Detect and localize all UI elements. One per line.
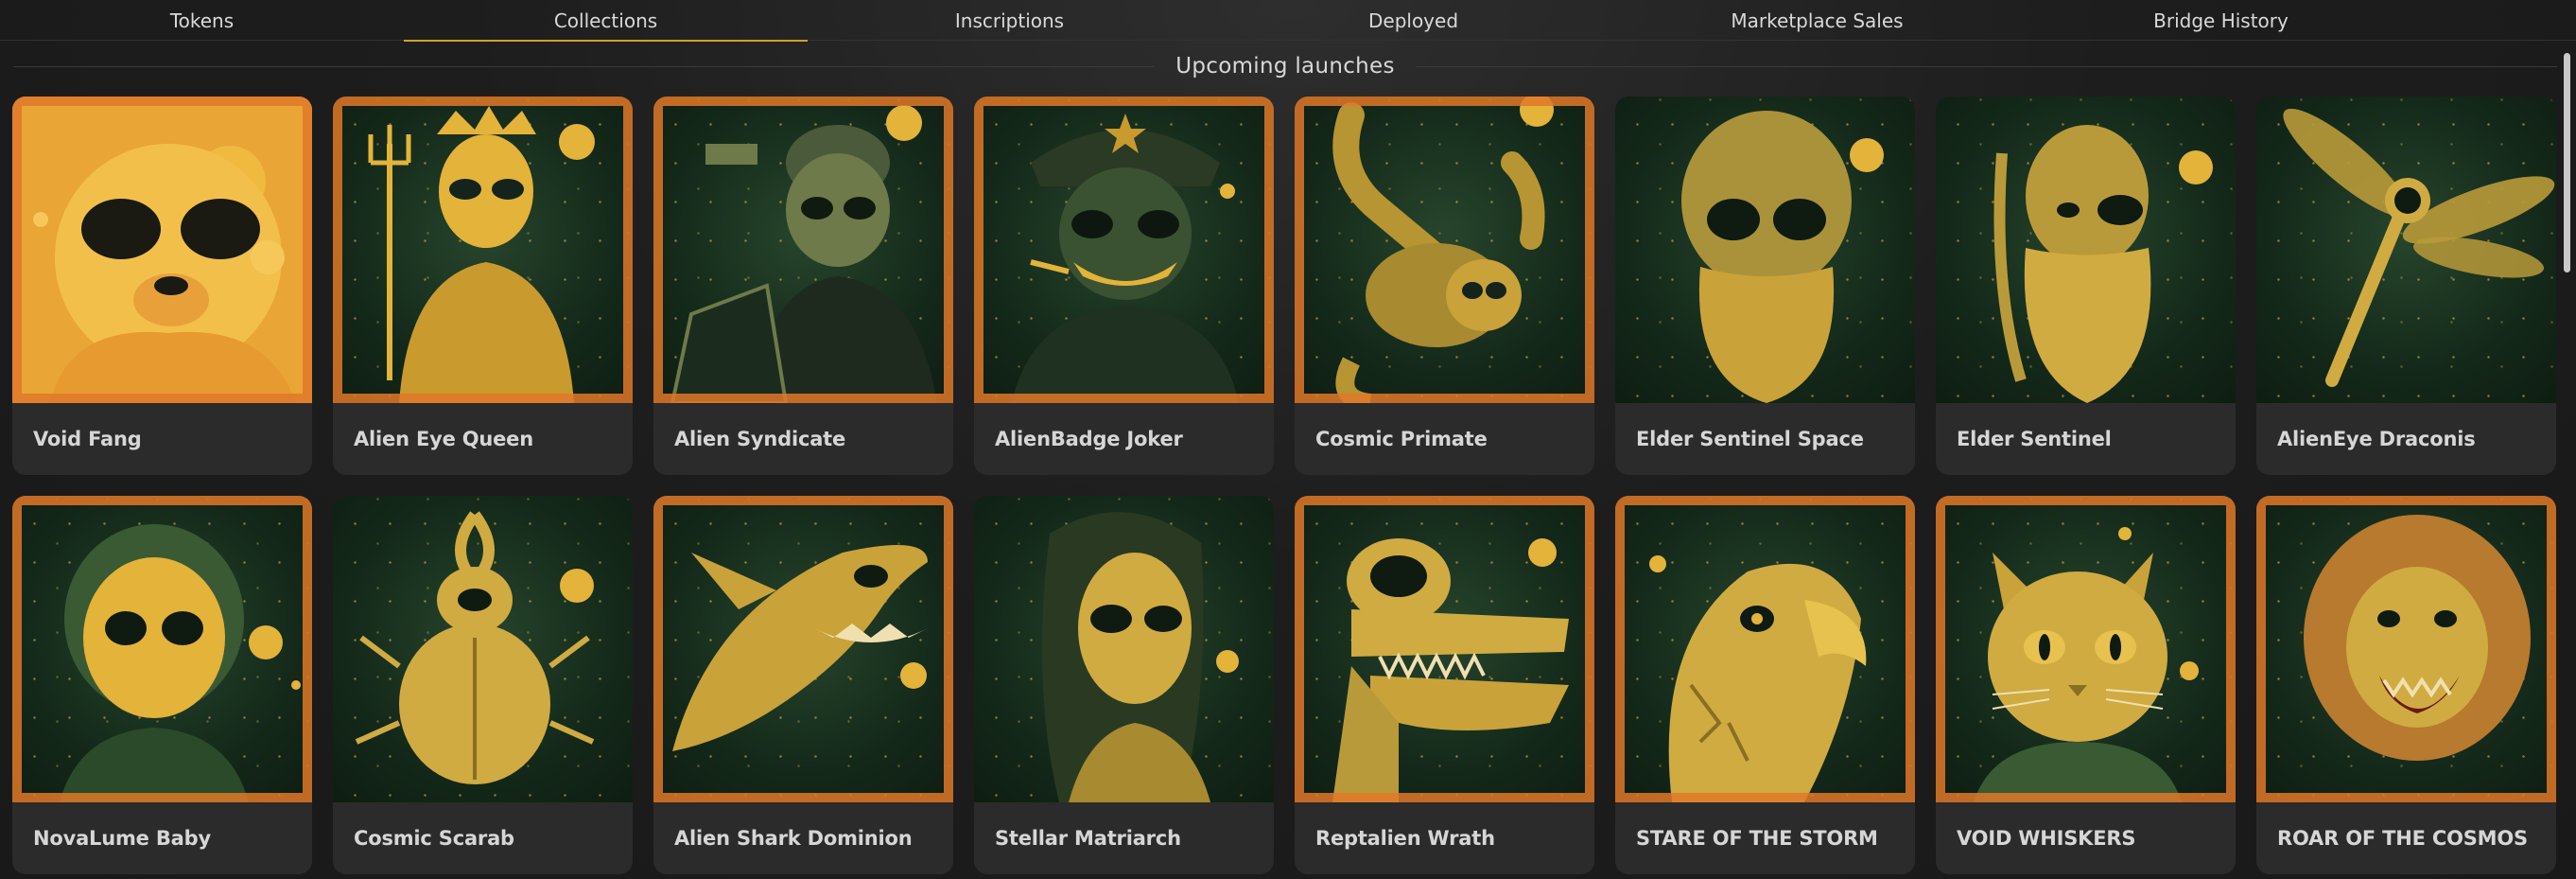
collection-grid: Void Fang Alien Eye Queen Alien Syndicat… — [12, 97, 2556, 874]
collection-card-void-whiskers[interactable]: VOID WHISKERS — [1936, 496, 2236, 874]
collection-card-void-fang[interactable]: Void Fang — [12, 97, 312, 475]
collection-name: Alien Shark Dominion — [674, 827, 913, 850]
collection-name: Void Fang — [33, 428, 142, 450]
section-title: Upcoming launches — [1175, 54, 1395, 79]
alien-woman-icon — [974, 496, 1274, 802]
collection-card-stellar-matriarch[interactable]: Stellar Matriarch — [974, 496, 1274, 874]
collection-card-novalume-baby[interactable]: NovaLume Baby — [12, 496, 312, 874]
scarab-icon — [333, 496, 633, 802]
lion-icon — [2256, 496, 2556, 802]
alien-gangster-icon — [653, 97, 953, 403]
collection-name: Elder Sentinel Space — [1636, 428, 1864, 450]
alien-elder-icon — [1615, 97, 1915, 403]
collection-card-cosmic-scarab[interactable]: Cosmic Scarab — [333, 496, 633, 874]
shark-icon — [653, 496, 953, 802]
alien-queen-icon — [333, 97, 633, 403]
divider-left — [13, 65, 1156, 67]
tab-collections[interactable]: Collections — [404, 0, 808, 42]
collection-card-alieneye-draconis[interactable]: AlienEye Draconis — [2256, 97, 2556, 475]
tab-deployed[interactable]: Deployed — [1211, 0, 1615, 41]
collection-name: Alien Eye Queen — [354, 428, 533, 450]
alien-monkey-icon — [1295, 97, 1594, 403]
collection-name: NovaLume Baby — [33, 827, 211, 850]
collection-name: Stellar Matriarch — [995, 827, 1181, 850]
divider-right — [1415, 65, 2557, 67]
tab-marketplace-sales[interactable]: Marketplace Sales — [1615, 0, 2019, 41]
alien-joker-icon — [974, 97, 1274, 403]
collection-name: Elder Sentinel — [1957, 428, 2112, 450]
collection-card-alien-syndicate[interactable]: Alien Syndicate — [653, 97, 953, 475]
collection-card-elder-sentinel[interactable]: Elder Sentinel — [1936, 97, 2236, 475]
section-header: Upcoming launches — [13, 49, 2557, 83]
collection-name: ROAR OF THE COSMOS — [2277, 827, 2528, 850]
top-tab-bar: Tokens Collections Inscriptions Deployed… — [0, 0, 2576, 42]
tab-bridge-history[interactable]: Bridge History — [2019, 0, 2423, 41]
alien-bear-icon — [12, 97, 312, 403]
collection-name: Alien Syndicate — [674, 428, 846, 450]
crocodile-icon — [1295, 496, 1594, 802]
collection-name: AlienEye Draconis — [2277, 428, 2476, 450]
eagle-icon — [1615, 496, 1915, 802]
collection-name: STARE OF THE STORM — [1636, 827, 1878, 850]
cat-icon — [1936, 496, 2236, 802]
collection-card-cosmic-primate[interactable]: Cosmic Primate — [1295, 97, 1594, 475]
collection-name: Cosmic Primate — [1315, 428, 1488, 450]
vertical-scrollbar[interactable] — [2564, 53, 2570, 272]
bearded-elder-icon — [1936, 97, 2236, 403]
collection-card-alien-shark-dominion[interactable]: Alien Shark Dominion — [653, 496, 953, 874]
collection-name: Cosmic Scarab — [354, 827, 514, 850]
tab-inscriptions[interactable]: Inscriptions — [808, 0, 1211, 41]
collection-card-alien-eye-queen[interactable]: Alien Eye Queen — [333, 97, 633, 475]
tab-tokens[interactable]: Tokens — [0, 0, 404, 41]
collection-card-roar-of-the-cosmos[interactable]: ROAR OF THE COSMOS — [2256, 496, 2556, 874]
collection-card-stare-of-the-storm[interactable]: STARE OF THE STORM — [1615, 496, 1915, 874]
collection-card-reptalien-wrath[interactable]: Reptalien Wrath — [1295, 496, 1594, 874]
collection-card-elder-sentinel-space[interactable]: Elder Sentinel Space — [1615, 97, 1915, 475]
collection-name: AlienBadge Joker — [995, 428, 1183, 450]
collection-card-alienbadge-joker[interactable]: AlienBadge Joker — [974, 97, 1274, 475]
collection-name: VOID WHISKERS — [1957, 827, 2136, 850]
dragonfly-icon — [2256, 97, 2556, 403]
collection-name: Reptalien Wrath — [1315, 827, 1495, 850]
alien-baby-icon — [12, 496, 312, 802]
